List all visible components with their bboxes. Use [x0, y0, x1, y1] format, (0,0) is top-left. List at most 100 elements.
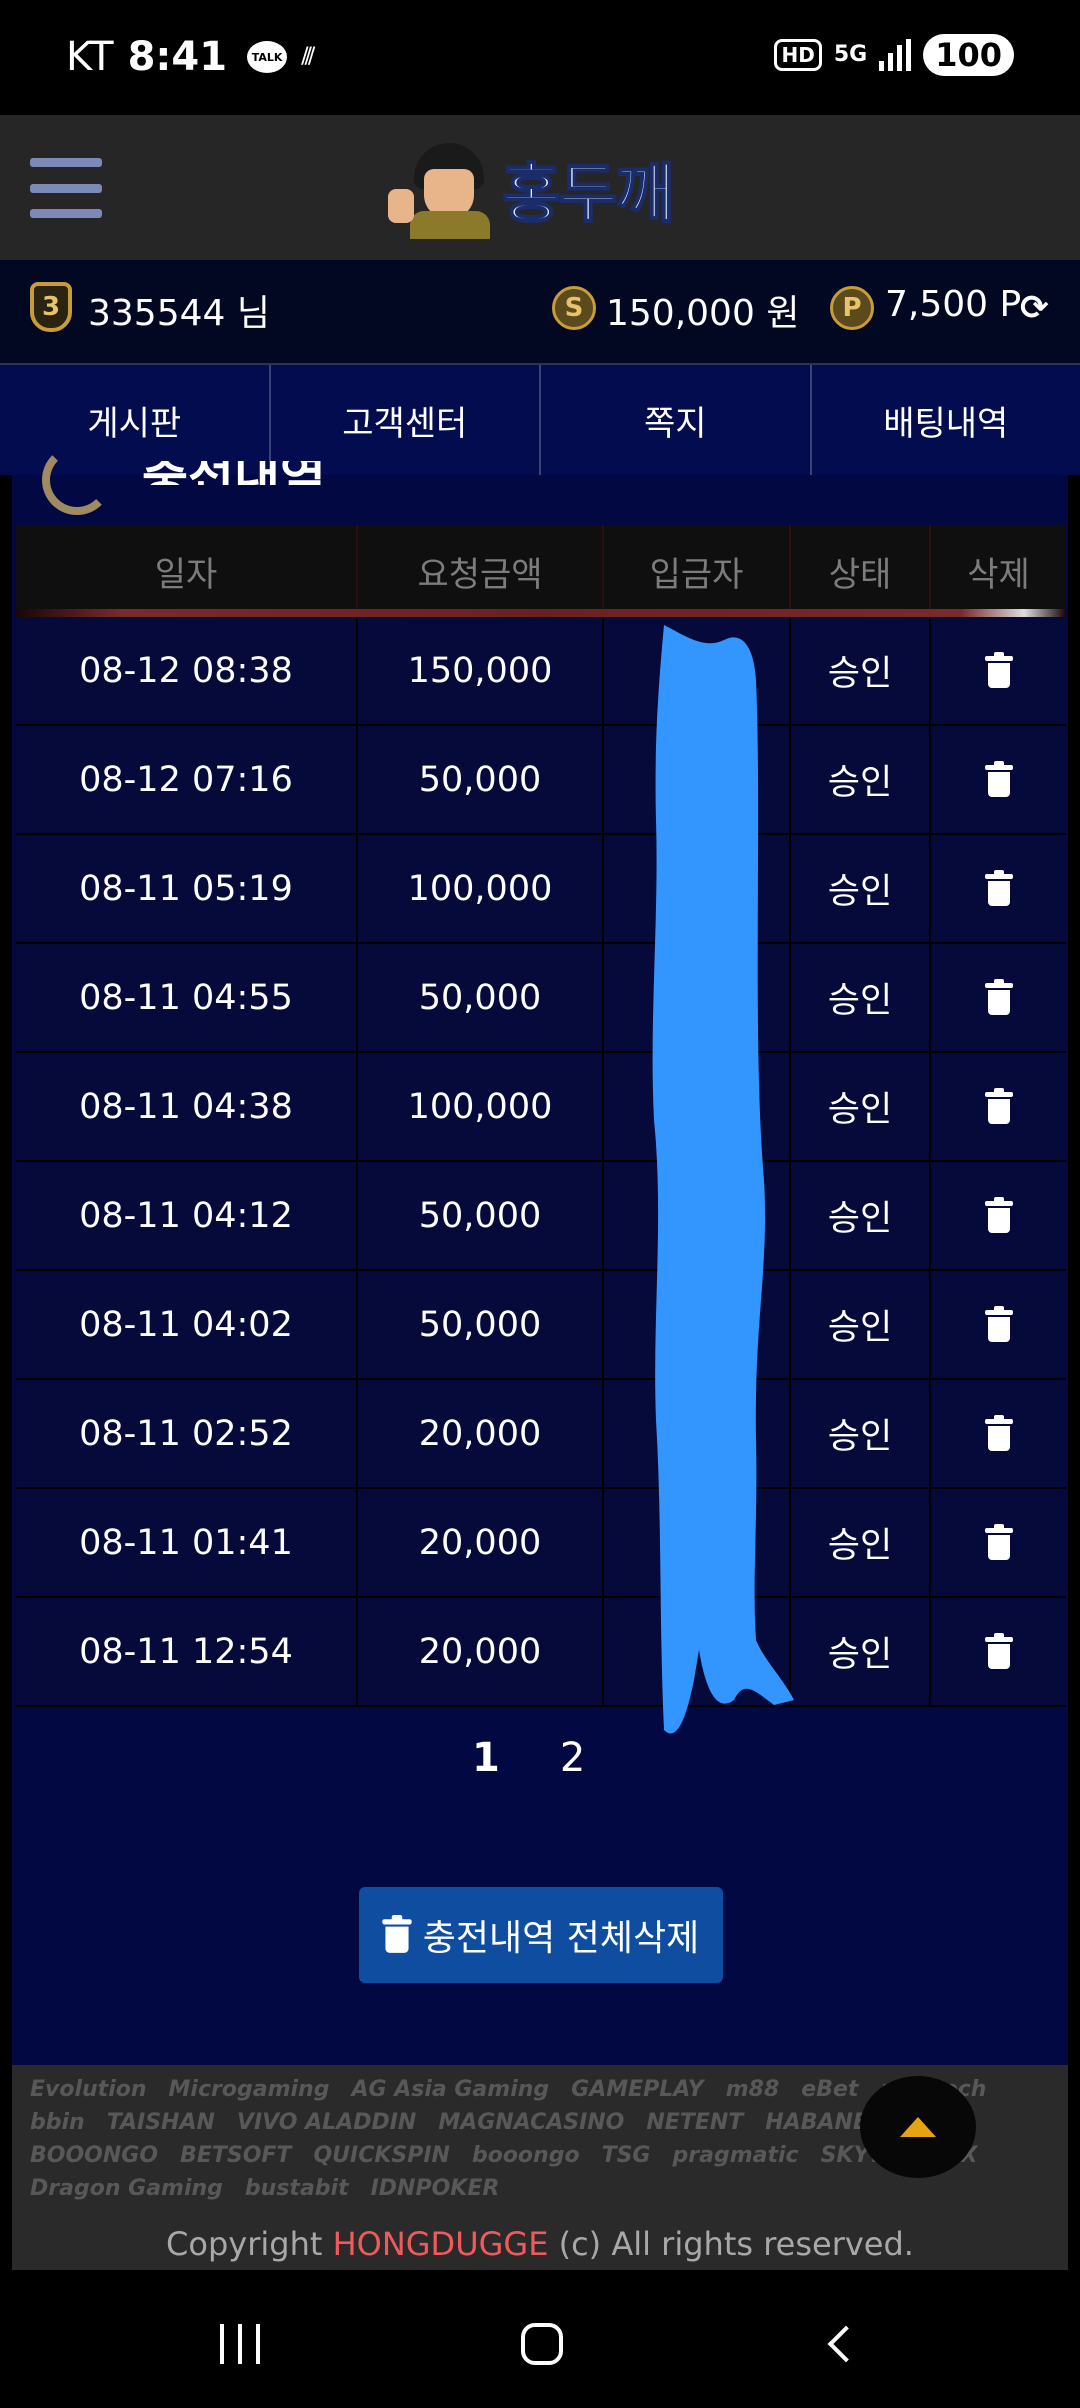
cell-amount: 50,000 — [358, 1162, 604, 1269]
cell-date: 08-11 02:52 — [16, 1380, 358, 1487]
status-left: KT 8:41 TALK /// — [66, 34, 337, 80]
cell-status: 승인 — [791, 1053, 931, 1160]
trash-icon — [984, 869, 1013, 906]
point-balance: 7,500 P — [885, 284, 1022, 325]
cell-date: 08-11 04:12 — [16, 1162, 358, 1269]
provider-logo: IDNPOKER — [370, 2176, 500, 2201]
recents-icon[interactable] — [200, 2316, 280, 2372]
delete-row-button[interactable] — [931, 1162, 1066, 1269]
cell-status: 승인 — [791, 1489, 931, 1596]
page-link-1[interactable]: 1 — [472, 1735, 500, 1781]
delete-row-button[interactable] — [931, 1598, 1066, 1705]
hd-voice-icon: HD — [774, 39, 822, 71]
site-logo[interactable]: 홍두깨 — [388, 135, 698, 243]
provider-logo: eBet — [801, 2077, 859, 2102]
trash-icon — [984, 1305, 1013, 1342]
cell-amount: 50,000 — [358, 944, 604, 1051]
trash-icon — [984, 1087, 1013, 1124]
pagination: 1 2 — [472, 1735, 585, 1781]
table-row: 08-11 02:52 20,000 승인 — [16, 1380, 1066, 1489]
cell-amount: 100,000 — [358, 1053, 604, 1160]
table-row: 08-11 12:54 20,000 승인 — [16, 1598, 1066, 1707]
provider-logo: QUICKSPIN — [313, 2143, 450, 2168]
delete-all-button[interactable]: 충전내역 전체삭제 — [359, 1887, 723, 1983]
nav-board[interactable]: 게시판 — [0, 365, 271, 475]
cell-date: 08-12 08:38 — [16, 617, 358, 724]
header-depositor: 입금자 — [604, 525, 791, 617]
provider-logo: Evolution — [30, 2077, 147, 2102]
kakaotalk-icon: TALK — [247, 41, 288, 73]
delete-row-button[interactable] — [931, 1271, 1066, 1378]
brand-name: HONGDUGGE — [332, 2225, 549, 2263]
network-5g-icon: 5G — [833, 42, 868, 67]
trash-icon — [984, 1632, 1013, 1669]
delete-row-button[interactable] — [931, 1053, 1066, 1160]
provider-logo: VIVO ALADDIN — [236, 2110, 417, 2135]
provider-logo: bbin — [30, 2110, 85, 2135]
trash-icon — [984, 651, 1013, 688]
provider-logo: GAMEPLAY — [571, 2077, 704, 2102]
header-amount: 요청금액 — [358, 525, 604, 617]
delete-all-label: 충전내역 전체삭제 — [422, 1918, 700, 1959]
copyright: Copyright HONGDUGGE (c) All rights reser… — [166, 2225, 914, 2263]
delete-row-button[interactable] — [931, 617, 1066, 724]
cell-date: 08-11 04:38 — [16, 1053, 358, 1160]
main-nav: 게시판 고객센터 쪽지 배팅내역 — [0, 365, 1080, 475]
cell-date: 08-11 12:54 — [16, 1598, 358, 1705]
carrier-label: KT — [66, 34, 114, 80]
username: 335544 님 — [88, 293, 270, 334]
menu-icon[interactable] — [30, 158, 102, 218]
clock: 8:41 — [127, 34, 228, 80]
nav-betting-history[interactable]: 배팅내역 — [812, 365, 1080, 475]
level-badge-icon: 3 — [30, 282, 72, 332]
cell-amount: 50,000 — [358, 1271, 604, 1378]
status-right: HD 5G 100 — [774, 34, 1014, 76]
provider-logo: AG Asia Gaming — [351, 2077, 550, 2102]
trash-icon — [984, 760, 1013, 797]
provider-logo: bustabit — [244, 2176, 349, 2201]
provider-logo: m88 — [725, 2077, 780, 2102]
site-header: 홍두깨 — [0, 115, 1080, 290]
delete-row-button[interactable] — [931, 1489, 1066, 1596]
nav-customer-center[interactable]: 고객센터 — [271, 365, 541, 475]
provider-logo: MAGNACASINO — [438, 2110, 625, 2135]
cell-amount: 20,000 — [358, 1489, 604, 1596]
cell-status: 승인 — [791, 1380, 931, 1487]
delete-row-button[interactable] — [931, 1380, 1066, 1487]
cell-status: 승인 — [791, 1162, 931, 1269]
refresh-icon[interactable]: ⟳ — [1020, 290, 1056, 326]
cell-status: 승인 — [791, 1598, 931, 1705]
header-date: 일자 — [16, 525, 358, 617]
table-body: 08-12 08:38 150,000 승인 08-12 07:16 50,000 승인 0… — [16, 617, 1066, 1707]
point-coin-icon: P — [830, 286, 874, 330]
delete-row-button[interactable] — [931, 835, 1066, 942]
back-icon[interactable] — [806, 2316, 886, 2372]
provider-logo: Dragon Gaming — [30, 2176, 223, 2201]
trash-icon — [984, 1196, 1013, 1233]
money-coin-icon: S — [552, 286, 596, 330]
trash-icon — [382, 1915, 412, 1953]
delete-row-button[interactable] — [931, 944, 1066, 1051]
table-row: 08-11 04:12 50,000 승인 — [16, 1162, 1066, 1271]
mascot-icon — [388, 139, 498, 239]
header-status: 상태 — [791, 525, 931, 617]
deposit-table: 일자 요청금액 입금자 상태 삭제 08-12 08:38 150,000 승인 08… — [16, 525, 1066, 1707]
cell-amount: 20,000 — [358, 1598, 604, 1705]
provider-logo: pragmatic — [672, 2143, 799, 2168]
delete-row-button[interactable] — [931, 726, 1066, 833]
cell-status: 승인 — [791, 835, 931, 942]
table-row: 08-12 08:38 150,000 승인 — [16, 617, 1066, 726]
provider-logo: Microgaming — [168, 2077, 330, 2102]
cell-amount: 150,000 — [358, 617, 604, 724]
cell-status: 승인 — [791, 944, 931, 1051]
money-balance: 150,000 원 — [606, 293, 800, 334]
table-header: 일자 요청금액 입금자 상태 삭제 — [16, 525, 1066, 617]
system-nav-bar — [0, 2280, 1080, 2408]
home-icon[interactable] — [502, 2316, 582, 2372]
section-title: 충전내역 — [142, 461, 326, 485]
page-link-2[interactable]: 2 — [560, 1735, 585, 1781]
nav-messages[interactable]: 쪽지 — [541, 365, 812, 475]
scroll-to-top-button[interactable] — [860, 2076, 976, 2178]
provider-logo: TAISHAN — [106, 2110, 215, 2135]
provider-logo: BETSOFT — [180, 2143, 292, 2168]
